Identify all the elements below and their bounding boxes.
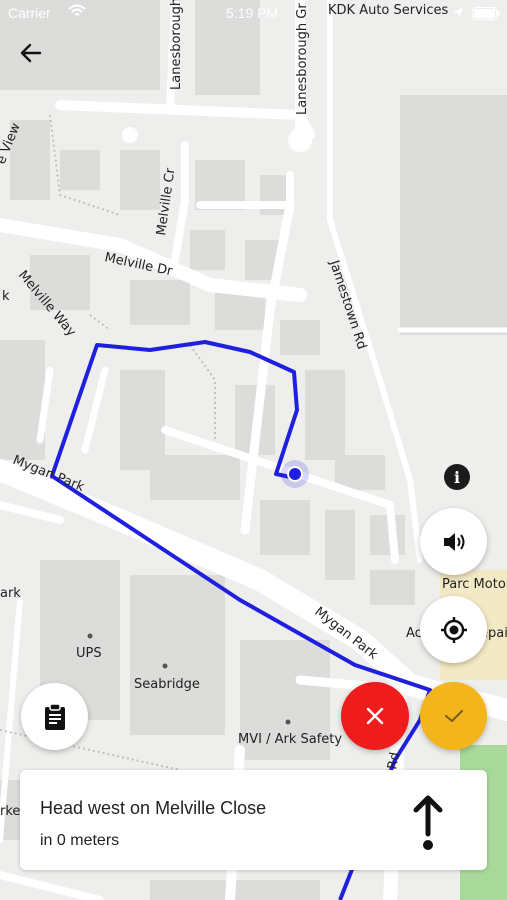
crosshair-icon [440, 616, 467, 643]
close-icon [366, 707, 384, 725]
status-bar: Carrier 5:19 PM [0, 0, 507, 28]
report-button[interactable] [21, 683, 88, 750]
map-label-ups: UPS [76, 646, 102, 661]
arrow-left-icon [20, 43, 42, 63]
map-label-rd: Rd [385, 751, 403, 771]
location-arrow-icon [452, 6, 464, 22]
map-label-k: k [2, 289, 10, 304]
clock-label: 5:19 PM [226, 5, 279, 21]
map-label-mvi-ark-safety: MVI / Ark Safety [238, 732, 342, 747]
instruction-text: Head west on Melville Close [40, 798, 267, 818]
map-view[interactable]: Lanesborough Lanesborough Gr KDK Auto Se… [0, 0, 507, 900]
battery-icon [472, 7, 500, 23]
map-label-rke: rke [0, 804, 20, 819]
confirm-button[interactable] [420, 682, 487, 750]
map-label-seabridge: Seabridge [134, 677, 200, 692]
volume-icon [443, 532, 464, 551]
navigation-instruction-card: Head west on Melville Close in 0 meters [20, 770, 487, 870]
back-button[interactable] [14, 36, 48, 70]
map-label-park: ark [0, 586, 21, 601]
distance-text: in 0 meters [40, 832, 120, 849]
arrow-up-icon [410, 792, 446, 852]
recenter-button[interactable] [420, 596, 487, 663]
check-icon [444, 710, 463, 722]
map-label-parc-motor: Parc Motor [442, 577, 507, 592]
carrier-label: Carrier [8, 5, 51, 21]
info-icon: i [453, 467, 461, 487]
wifi-icon [68, 4, 86, 21]
sound-button[interactable] [420, 508, 487, 575]
cancel-button[interactable] [341, 682, 409, 750]
info-button[interactable]: i [444, 464, 470, 490]
clipboard-icon [44, 702, 65, 730]
